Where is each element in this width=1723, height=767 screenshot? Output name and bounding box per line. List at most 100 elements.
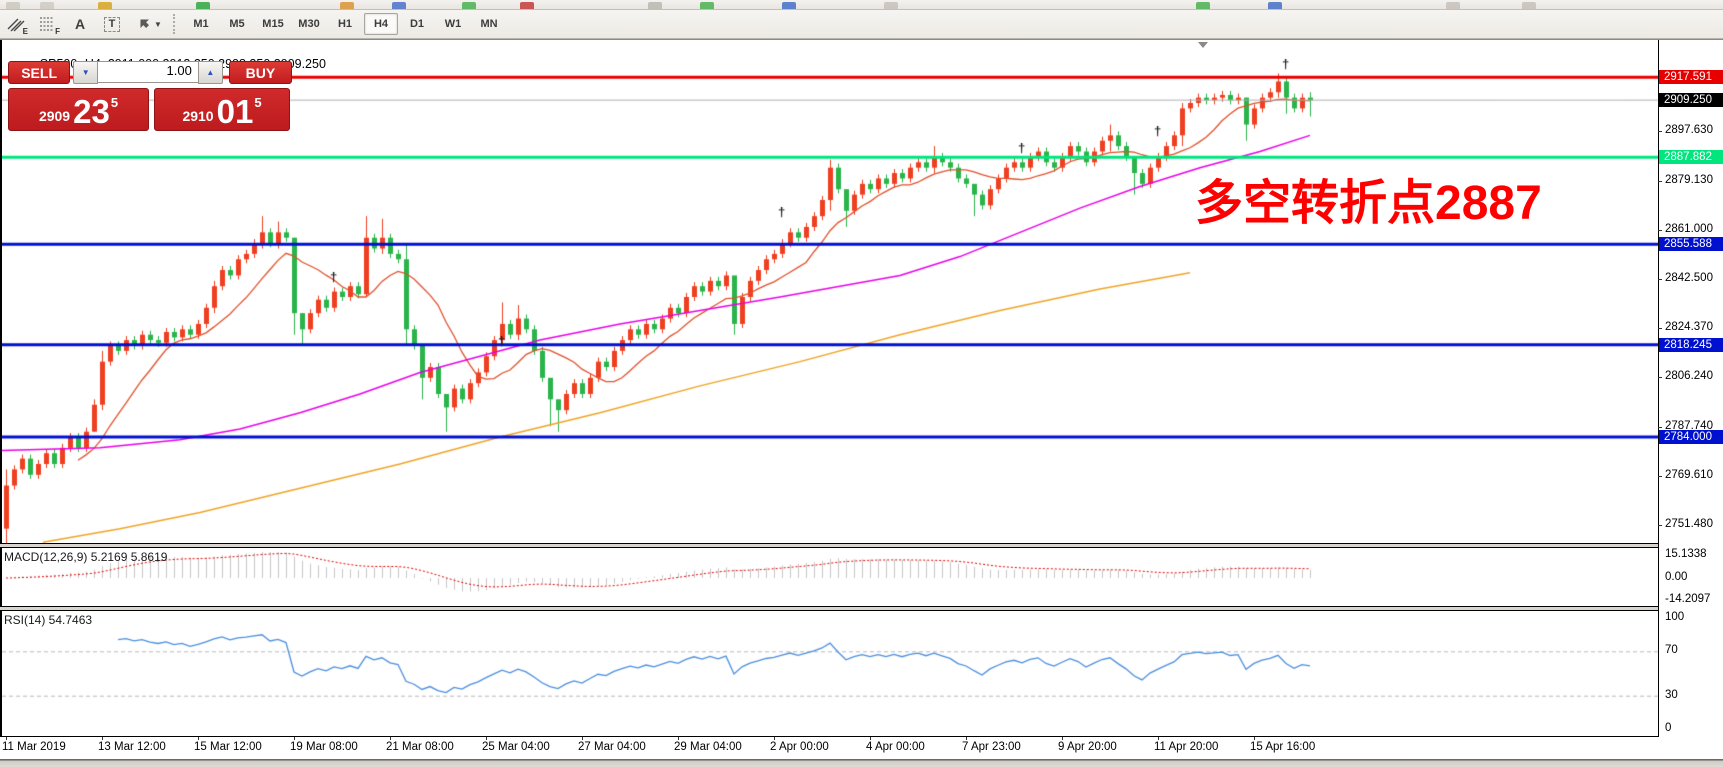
time-tick-label: 29 Mar 04:00 (674, 741, 742, 753)
time-tick-label: 9 Apr 20:00 (1058, 741, 1117, 753)
text-label-icon[interactable]: T (98, 11, 126, 37)
chevron-down-icon: ▼ (154, 20, 162, 29)
tool-sub-label: E (23, 27, 28, 36)
time-tick-mark (390, 737, 391, 740)
clipped-icon (340, 2, 354, 10)
price-flag-label: 2887.882 (1659, 150, 1723, 164)
clipped-icon (520, 2, 534, 10)
price-tick-label: 2824.370 (1665, 321, 1713, 333)
text-icon[interactable]: A (66, 11, 94, 37)
time-axis[interactable]: 11 Mar 201913 Mar 12:0015 Mar 12:0019 Ma… (0, 737, 1723, 759)
price-tick-mark (1658, 279, 1662, 280)
price-flag-label: 2917.591 (1659, 70, 1723, 84)
volume-decrease-button[interactable]: ▼ (73, 61, 98, 84)
axis-separator (1658, 40, 1659, 759)
sell-price-prefix: 2909 (39, 108, 70, 124)
macd-indicator-label: MACD(12,26,9) 5.2169 5.8619 (4, 550, 167, 564)
buy-price-prefix: 2910 (182, 108, 213, 124)
clipped-icon (1446, 2, 1460, 10)
price-tick-label: 2806.240 (1665, 370, 1713, 382)
clipped-icon (1268, 2, 1282, 10)
time-tick-label: 11 Apr 20:00 (1154, 741, 1218, 753)
time-tick-mark (774, 737, 775, 740)
mt4-window: E F A T ▼ M1M5M15M30H1H4D1W1MN (0, 0, 1723, 766)
timeframe-button-m30[interactable]: M30 (292, 13, 326, 35)
time-tick-label: 4 Apr 00:00 (866, 741, 925, 753)
timeframe-button-m15[interactable]: M15 (256, 13, 290, 35)
time-tick-mark (1254, 737, 1255, 740)
timeframe-bar: M1M5M15M30H1H4D1W1MN (183, 13, 507, 35)
sell-price-sup: 5 (111, 95, 118, 110)
clipped-icon (6, 2, 20, 10)
time-tick-label: 21 Mar 08:00 (386, 741, 454, 753)
clipped-icon (1196, 2, 1210, 10)
clipped-toolbar-row (0, 0, 1723, 10)
chart-window: ▲SP500-,H4 2911.000 2912.250 2908.250 29… (0, 39, 1723, 766)
volume-increase-button[interactable]: ▲ (198, 61, 223, 84)
rsi-axis-label: 30 (1665, 689, 1678, 701)
rsi-axis-label: 100 (1665, 611, 1684, 623)
timeframe-button-h1[interactable]: H1 (328, 13, 362, 35)
price-tick-label: 2751.480 (1665, 518, 1713, 530)
rsi-canvas[interactable] (2, 611, 1658, 736)
draw-lines-icon[interactable]: E (2, 11, 30, 37)
rsi-indicator-label: RSI(14) 54.7463 (4, 613, 92, 627)
price-tick-mark (1658, 377, 1662, 378)
timeframe-button-mn[interactable]: MN (472, 13, 506, 35)
chart-shift-marker[interactable] (1198, 42, 1208, 48)
price-flag-label: 2855.588 (1659, 237, 1723, 251)
time-tick-mark (582, 737, 583, 740)
clipped-icon (392, 2, 406, 10)
clipped-icon (648, 2, 662, 10)
price-tick-mark (1658, 525, 1662, 526)
fibonacci-icon[interactable]: F (34, 11, 62, 37)
price-tick-mark (1658, 328, 1662, 329)
price-tick-label: 2897.630 (1665, 124, 1713, 136)
timeframe-button-m1[interactable]: M1 (184, 13, 218, 35)
time-tick-label: 7 Apr 23:00 (962, 741, 1021, 753)
timeframe-button-h4[interactable]: H4 (364, 13, 398, 35)
timeframe-button-m5[interactable]: M5 (220, 13, 254, 35)
macd-axis-label: -14.2097 (1665, 593, 1710, 605)
price-tick-label: 2769.610 (1665, 469, 1713, 481)
clipped-icon (196, 2, 210, 10)
toolbar-separator (173, 14, 180, 34)
time-tick-label: 13 Mar 12:00 (98, 741, 166, 753)
macd-canvas[interactable] (2, 548, 1658, 606)
time-tick-mark (870, 737, 871, 740)
price-tick-mark (1658, 131, 1662, 132)
sell-price-display[interactable]: 2909 23 5 (8, 88, 149, 131)
sell-button[interactable]: SELL (8, 61, 70, 84)
rsi-axis-label: 70 (1665, 644, 1678, 656)
buy-price-display[interactable]: 2910 01 5 (154, 88, 290, 131)
price-flag-label: 2784.000 (1659, 430, 1723, 444)
tool-sub-label: F (55, 27, 60, 36)
macd-axis-label: 0.00 (1665, 571, 1687, 583)
clipped-icon (700, 2, 714, 10)
time-tick-label: 25 Mar 04:00 (482, 741, 550, 753)
time-tick-mark (198, 737, 199, 740)
time-tick-label: 27 Mar 04:00 (578, 741, 646, 753)
toolbar: E F A T ▼ M1M5M15M30H1H4D1W1MN (0, 10, 1723, 39)
label-tool-glyph: T (104, 17, 121, 32)
arrows-icon[interactable]: ▼ (130, 11, 168, 37)
price-tick-mark (1658, 181, 1662, 182)
buy-button[interactable]: BUY (229, 61, 292, 84)
chart-annotation-text: 多空转折点2887 (1195, 180, 1542, 228)
clipped-icon (782, 2, 796, 10)
buy-price-big: 01 (217, 95, 254, 128)
time-tick-mark (294, 737, 295, 740)
clipped-icon (1522, 2, 1536, 10)
timeframe-button-w1[interactable]: W1 (436, 13, 470, 35)
rsi-axis-label: 0 (1665, 722, 1671, 734)
buy-price-sup: 5 (254, 95, 261, 110)
macd-axis-label: 15.1338 (1665, 548, 1707, 560)
volume-input[interactable]: 1.00 (98, 61, 198, 83)
time-tick-mark (966, 737, 967, 740)
timeframe-button-d1[interactable]: D1 (400, 13, 434, 35)
time-tick-label: 11 Mar 2019 (2, 741, 66, 753)
price-flag-label: 2818.245 (1659, 338, 1723, 352)
time-tick-mark (102, 737, 103, 740)
time-tick-label: 2 Apr 00:00 (770, 741, 829, 753)
time-tick-mark (1158, 737, 1159, 740)
